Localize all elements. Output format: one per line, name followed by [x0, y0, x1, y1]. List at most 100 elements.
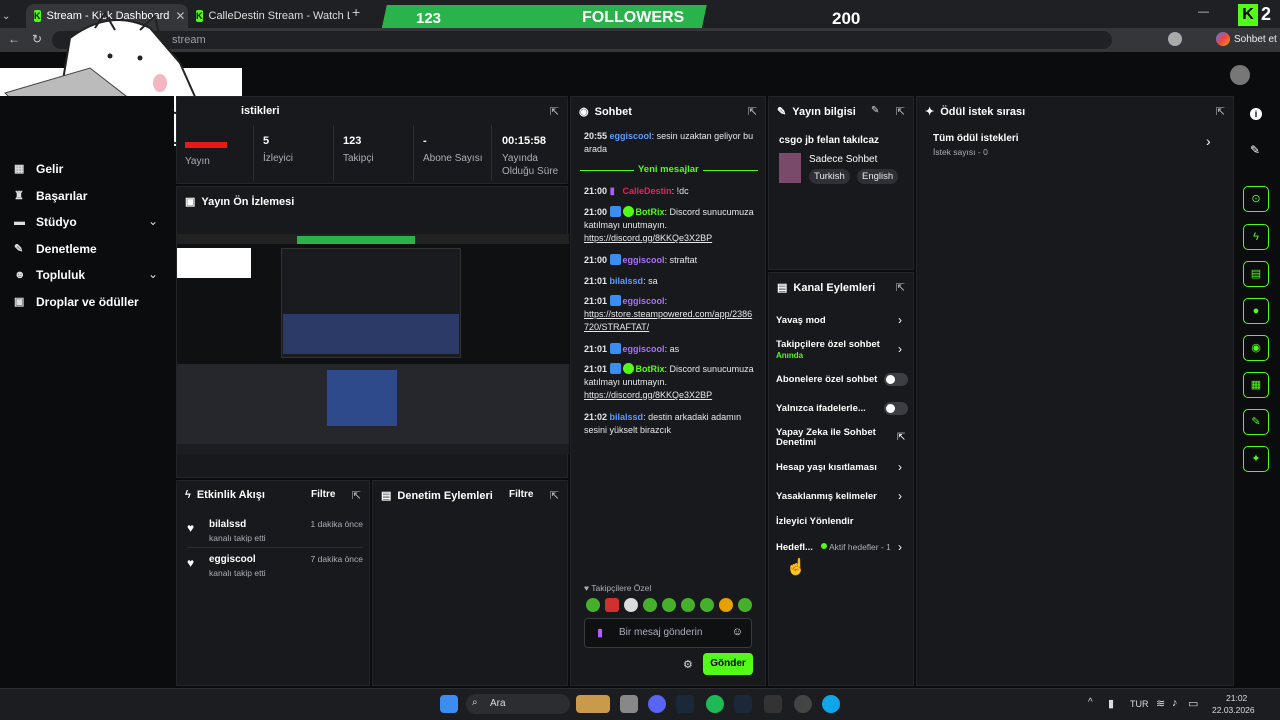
action-slow-mode[interactable]: Yavaş mod [776, 315, 906, 326]
mic-icon[interactable]: ▮ [597, 626, 603, 639]
action-account-age[interactable]: Hesap yaşı kısıtlaması [776, 462, 906, 473]
sidebar-item-droplar[interactable]: ▣ Droplar ve ödüller [14, 295, 139, 309]
file-explorer-icon[interactable] [620, 695, 638, 713]
all-rewards-link[interactable]: Tüm ödül istekleri [933, 133, 1019, 144]
chevron-right-icon[interactable]: › [898, 460, 902, 474]
msg-link[interactable]: https://discord.gg/8KKQe3X2BP [584, 390, 712, 400]
emote-icon[interactable] [700, 598, 714, 612]
info-icon[interactable]: i [1250, 108, 1262, 120]
tools-button[interactable]: ✎ [1243, 409, 1269, 435]
scene-button[interactable]: ⊙ [1243, 186, 1269, 212]
layout-button[interactable]: ▦ [1243, 372, 1269, 398]
chevron-down-icon[interactable]: ⌄ [148, 267, 158, 281]
pencil-icon[interactable]: ✎ [1250, 143, 1260, 157]
copilot-button[interactable]: Sohbet et [1216, 32, 1277, 46]
minimize-button[interactable]: — [1198, 6, 1209, 18]
popout-icon[interactable]: ⇱ [896, 105, 905, 118]
msg-user[interactable]: bilalssd [610, 412, 644, 422]
popout-icon[interactable]: ⇱ [550, 105, 559, 118]
msg-link[interactable]: https://store.steampowered.com/app/23867… [584, 309, 752, 332]
popout-icon[interactable]: ⇱ [748, 105, 757, 118]
chevron-right-icon[interactable]: › [898, 489, 902, 503]
popout-icon[interactable]: ⇱ [352, 489, 361, 502]
steam-icon[interactable] [676, 695, 694, 713]
send-button[interactable]: Gönder [703, 653, 753, 675]
action-ai-moderation[interactable]: Yapay Zeka ile Sohbet Denetimi [776, 428, 884, 448]
sidebar-item-denetleme[interactable]: ✎ Denetleme [14, 242, 97, 256]
discord-icon[interactable] [648, 695, 666, 713]
weather-icon[interactable] [576, 695, 610, 713]
edit-icon[interactable]: ✎ [871, 105, 879, 116]
new-tab-button[interactable]: + [352, 4, 360, 20]
msg-user[interactable]: BotRix [636, 207, 665, 217]
steam-app-icon[interactable] [734, 695, 752, 713]
profile-avatar[interactable] [1168, 32, 1182, 46]
tag[interactable]: Turkish [809, 169, 850, 184]
user-avatar[interactable] [1230, 65, 1250, 85]
popout-icon[interactable]: ⇱ [550, 489, 559, 502]
spotify-icon[interactable] [706, 695, 724, 713]
chat-input[interactable]: ▮ Bir mesaj gönderin ☺ [584, 618, 752, 648]
sidebar-item-topluluk[interactable]: ☻ Topluluk [14, 268, 85, 282]
broadcast-button[interactable]: ◉ [1243, 335, 1269, 361]
clock-time[interactable]: 21:02 [1226, 693, 1247, 703]
sidebar-item-gelir[interactable]: ▦ Gelir [14, 162, 63, 176]
action-goals[interactable]: Hedefl... [776, 542, 816, 553]
msg-user[interactable]: bilalssd [610, 276, 644, 286]
msg-user[interactable]: CalleDestin [623, 186, 672, 196]
chevron-right-icon[interactable]: › [898, 540, 902, 554]
action-raid[interactable]: İzleyici Yönlendir [776, 516, 906, 527]
chevron-right-icon[interactable]: › [898, 313, 902, 327]
emote-icon[interactable] [738, 598, 752, 612]
emote-icon[interactable] [624, 598, 638, 612]
sidebar-item-studyo[interactable]: ▬ Stüdyo [14, 215, 77, 229]
msg-link[interactable]: https://discord.gg/8KKQe3X2BP [584, 233, 712, 243]
taskbar-search[interactable]: ⌕ Ara [466, 694, 570, 714]
preview-followers-bar [297, 236, 415, 244]
emotes-only-toggle[interactable] [884, 402, 908, 415]
chat-button[interactable]: ● [1243, 298, 1269, 324]
popout-icon[interactable]: ⇱ [1216, 105, 1225, 118]
windows-start-icon[interactable] [440, 695, 458, 713]
filter-button[interactable]: Filtre [311, 489, 335, 500]
terminal-icon[interactable] [764, 695, 782, 713]
emote-icon[interactable] [662, 598, 676, 612]
popout-icon[interactable]: ⇱ [896, 281, 905, 294]
action-followers-only[interactable]: Takipçilere özel sohbet [776, 339, 906, 350]
msg-user[interactable]: eggiscool [623, 296, 665, 306]
edge-icon[interactable] [822, 695, 840, 713]
msg-user[interactable]: eggiscool [610, 131, 652, 141]
clock-date[interactable]: 22.03.2026 [1212, 705, 1255, 715]
msg-user[interactable]: eggiscool [623, 255, 665, 265]
emote-icon[interactable] [681, 598, 695, 612]
wifi-icon[interactable]: ≋ [1156, 697, 1165, 710]
external-link-icon[interactable]: ⇱ [897, 432, 905, 443]
subscribers-only-toggle[interactable] [884, 373, 908, 386]
rewards-button[interactable]: ✦ [1243, 446, 1269, 472]
volume-icon[interactable]: ♪ [1172, 697, 1178, 709]
emote-icon[interactable] [605, 598, 619, 612]
notes-button[interactable]: ▤ [1243, 261, 1269, 287]
obs-icon[interactable] [794, 695, 812, 713]
battery-icon[interactable]: ▭ [1188, 697, 1198, 710]
chevron-up-icon[interactable]: ^ [1088, 697, 1093, 708]
filter-button[interactable]: Filtre [509, 489, 533, 500]
emote-icon[interactable] [586, 598, 600, 612]
emote-icon[interactable] [643, 598, 657, 612]
mic-icon[interactable]: ▮ [1108, 697, 1114, 710]
gear-icon[interactable]: ⚙ [683, 658, 693, 671]
search-label: Ara [490, 698, 506, 709]
language-label[interactable]: TUR [1130, 699, 1149, 709]
stream-preview-video[interactable] [177, 234, 569, 454]
sidebar-item-basarilar[interactable]: ♜ Başarılar [14, 189, 87, 203]
chevron-right-icon[interactable]: › [1206, 133, 1211, 149]
action-banned-words[interactable]: Yasaklanmış kelimeler [776, 491, 906, 502]
chevron-down-icon[interactable]: ⌄ [148, 214, 158, 228]
emoji-icon[interactable]: ☺ [732, 626, 743, 638]
msg-user[interactable]: BotRix [636, 364, 665, 374]
emote-icon[interactable] [719, 598, 733, 612]
tag[interactable]: English [857, 169, 899, 184]
msg-user[interactable]: eggiscool [623, 344, 665, 354]
chevron-right-icon[interactable]: › [898, 342, 902, 356]
bolt-button[interactable]: ϟ [1243, 224, 1269, 250]
